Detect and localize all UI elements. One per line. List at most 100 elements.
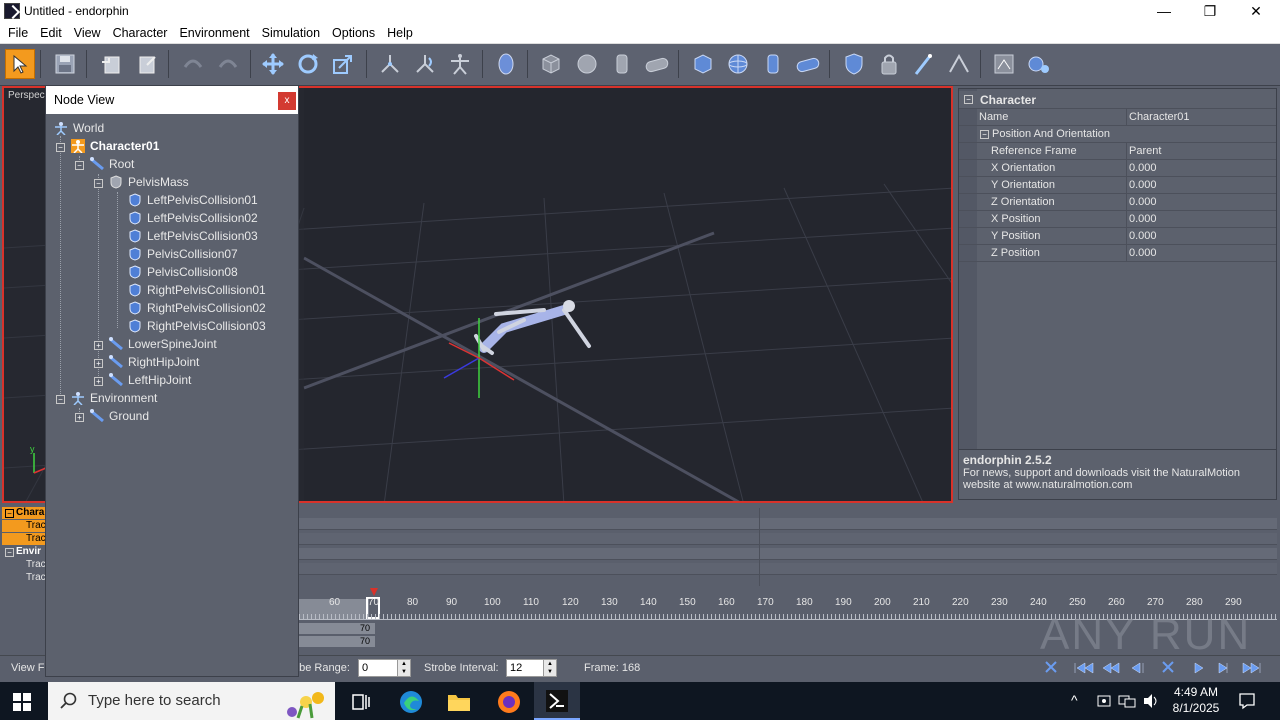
property-row-y-position[interactable]: Y Position 0.000	[959, 228, 1276, 245]
tree-node-rightpelviscollision03[interactable]: RightPelvisCollision03	[128, 317, 266, 335]
render-button[interactable]	[989, 49, 1019, 79]
add-capsule-collision-button[interactable]	[793, 49, 823, 79]
simulate-button[interactable]	[1024, 49, 1054, 79]
tree-node-righthipjoint[interactable]: RightHipJoint	[109, 353, 199, 371]
close-button[interactable]: ✕	[1233, 0, 1279, 22]
add-box-collision-button[interactable]	[688, 49, 718, 79]
add-sphere-button[interactable]	[572, 49, 602, 79]
constraint-button[interactable]	[874, 49, 904, 79]
node-view-close-button[interactable]: x	[278, 92, 296, 110]
track-label-2[interactable]: Trac	[2, 533, 46, 545]
tree-node-pelvismass[interactable]: PelvisMass	[109, 173, 189, 191]
tree-node-world[interactable]: World	[54, 119, 104, 137]
add-sphere-collision-button[interactable]	[723, 49, 753, 79]
add-shield-button[interactable]	[839, 49, 869, 79]
tree-expander[interactable]: −	[56, 395, 65, 404]
add-capsule-button[interactable]	[642, 49, 672, 79]
property-row-reference-frame[interactable]: Reference Frame Parent	[959, 143, 1276, 160]
redo-button[interactable]	[213, 49, 243, 79]
property-row-y-orientation[interactable]: Y Orientation 0.000	[959, 177, 1276, 194]
tree-node-root[interactable]: Root	[90, 155, 134, 173]
tree-expander[interactable]: −	[56, 143, 65, 152]
file-explorer-button[interactable]	[446, 690, 472, 714]
tree-node-pelviscollision08[interactable]: PelvisCollision08	[128, 263, 238, 281]
menu-file[interactable]: File	[2, 26, 34, 40]
tree-node-rightpelviscollision01[interactable]: RightPelvisCollision01	[128, 281, 266, 299]
firefox-button[interactable]	[496, 689, 522, 715]
tree-expander[interactable]: +	[94, 377, 103, 386]
tree-expander[interactable]: +	[75, 413, 84, 422]
property-row-x-orientation[interactable]: X Orientation 0.000	[959, 160, 1276, 177]
tree-node-leftpelviscollision03[interactable]: LeftPelvisCollision03	[128, 227, 258, 245]
tree-node-lowerspinejoint[interactable]: LowerSpineJoint	[109, 335, 217, 353]
tree-node-pelviscollision07[interactable]: PelvisCollision07	[128, 245, 238, 263]
add-cylinder-button[interactable]	[607, 49, 637, 79]
joint-move-button[interactable]	[375, 49, 405, 79]
show-hidden-icons-button[interactable]: ^	[1071, 692, 1078, 708]
clock[interactable]: 4:49 AM 8/1/2025	[1168, 685, 1224, 715]
add-cylinder-collision-button[interactable]	[758, 49, 788, 79]
tree-node-lefthipjoint[interactable]: LeftHipJoint	[109, 371, 191, 389]
menu-edit[interactable]: Edit	[34, 26, 68, 40]
tree-node-character01[interactable]: Character01	[71, 137, 159, 155]
property-group-position-orientation[interactable]: − Position And Orientation	[959, 126, 1276, 143]
joint-rotate-button[interactable]	[410, 49, 440, 79]
minimize-button[interactable]: —	[1141, 0, 1187, 22]
strobe-interval-stepper[interactable]: ▲ ▼	[543, 659, 557, 677]
properties-section-header[interactable]: − Character	[959, 91, 1276, 109]
track-collapse-toggle[interactable]: −	[5, 509, 14, 518]
section-collapse-toggle[interactable]: −	[964, 95, 973, 104]
tree-expander[interactable]: +	[94, 341, 103, 350]
character-figure[interactable]	[474, 300, 591, 355]
task-view-button[interactable]	[350, 691, 372, 713]
network-button[interactable]	[1118, 693, 1136, 709]
endorphin-taskbar-button[interactable]	[534, 682, 580, 720]
edge-browser-button[interactable]	[398, 689, 424, 715]
rotate-tool-button[interactable]	[293, 49, 323, 79]
track-label-1[interactable]: Trac	[2, 520, 46, 532]
tree-node-ground[interactable]: Ground	[90, 407, 149, 425]
notifications-button[interactable]	[1238, 692, 1256, 710]
property-row-z-position[interactable]: Z Position 0.000	[959, 245, 1276, 262]
track-row[interactable]	[299, 518, 1277, 530]
track-row[interactable]	[299, 548, 1277, 560]
menu-character[interactable]: Character	[107, 26, 174, 40]
character-pose-button[interactable]	[445, 49, 475, 79]
group-collapse-toggle[interactable]: −	[980, 130, 989, 139]
menu-simulation[interactable]: Simulation	[256, 26, 326, 40]
start-button[interactable]	[12, 692, 32, 712]
tree-node-rightpelviscollision02[interactable]: RightPelvisCollision02	[128, 299, 266, 317]
track-row[interactable]	[299, 533, 1277, 545]
taskbar-search-box[interactable]: Type here to search	[48, 682, 335, 720]
tree-expander[interactable]: −	[94, 179, 103, 188]
menu-view[interactable]: View	[68, 26, 107, 40]
track-label-5[interactable]: Trac	[2, 572, 46, 584]
tree-expander[interactable]: −	[75, 161, 84, 170]
strobe-interval-input[interactable]: 12	[506, 659, 544, 677]
translate-tool-button[interactable]	[258, 49, 288, 79]
select-tool-button[interactable]	[5, 49, 35, 79]
import-button[interactable]	[96, 49, 126, 79]
tray-app-icon[interactable]	[1096, 693, 1112, 709]
track-row[interactable]	[299, 563, 1277, 575]
volume-button[interactable]	[1142, 693, 1160, 709]
undo-button[interactable]	[178, 49, 208, 79]
tree-node-environment[interactable]: Environment	[71, 389, 157, 407]
save-button[interactable]	[50, 49, 80, 79]
property-row-x-position[interactable]: X Position 0.000	[959, 211, 1276, 228]
tree-node-leftpelviscollision01[interactable]: LeftPelvisCollision01	[128, 191, 258, 209]
menu-options[interactable]: Options	[326, 26, 381, 40]
menu-environment[interactable]: Environment	[173, 26, 255, 40]
strobe-range-input[interactable]: 0	[358, 659, 398, 677]
measure-button[interactable]	[944, 49, 974, 79]
property-row-name[interactable]: Name Character01	[959, 109, 1276, 126]
menu-help[interactable]: Help	[381, 26, 419, 40]
property-row-z-orientation[interactable]: Z Orientation 0.000	[959, 194, 1276, 211]
strobe-range-stepper[interactable]: ▲ ▼	[397, 659, 411, 677]
pin-button[interactable]	[909, 49, 939, 79]
tree-expander[interactable]: +	[94, 359, 103, 368]
env-track-collapse-toggle[interactable]: −	[5, 548, 14, 557]
export-button[interactable]	[131, 49, 161, 79]
maximize-button[interactable]: ❐	[1187, 0, 1233, 22]
add-character-button[interactable]	[491, 49, 521, 79]
